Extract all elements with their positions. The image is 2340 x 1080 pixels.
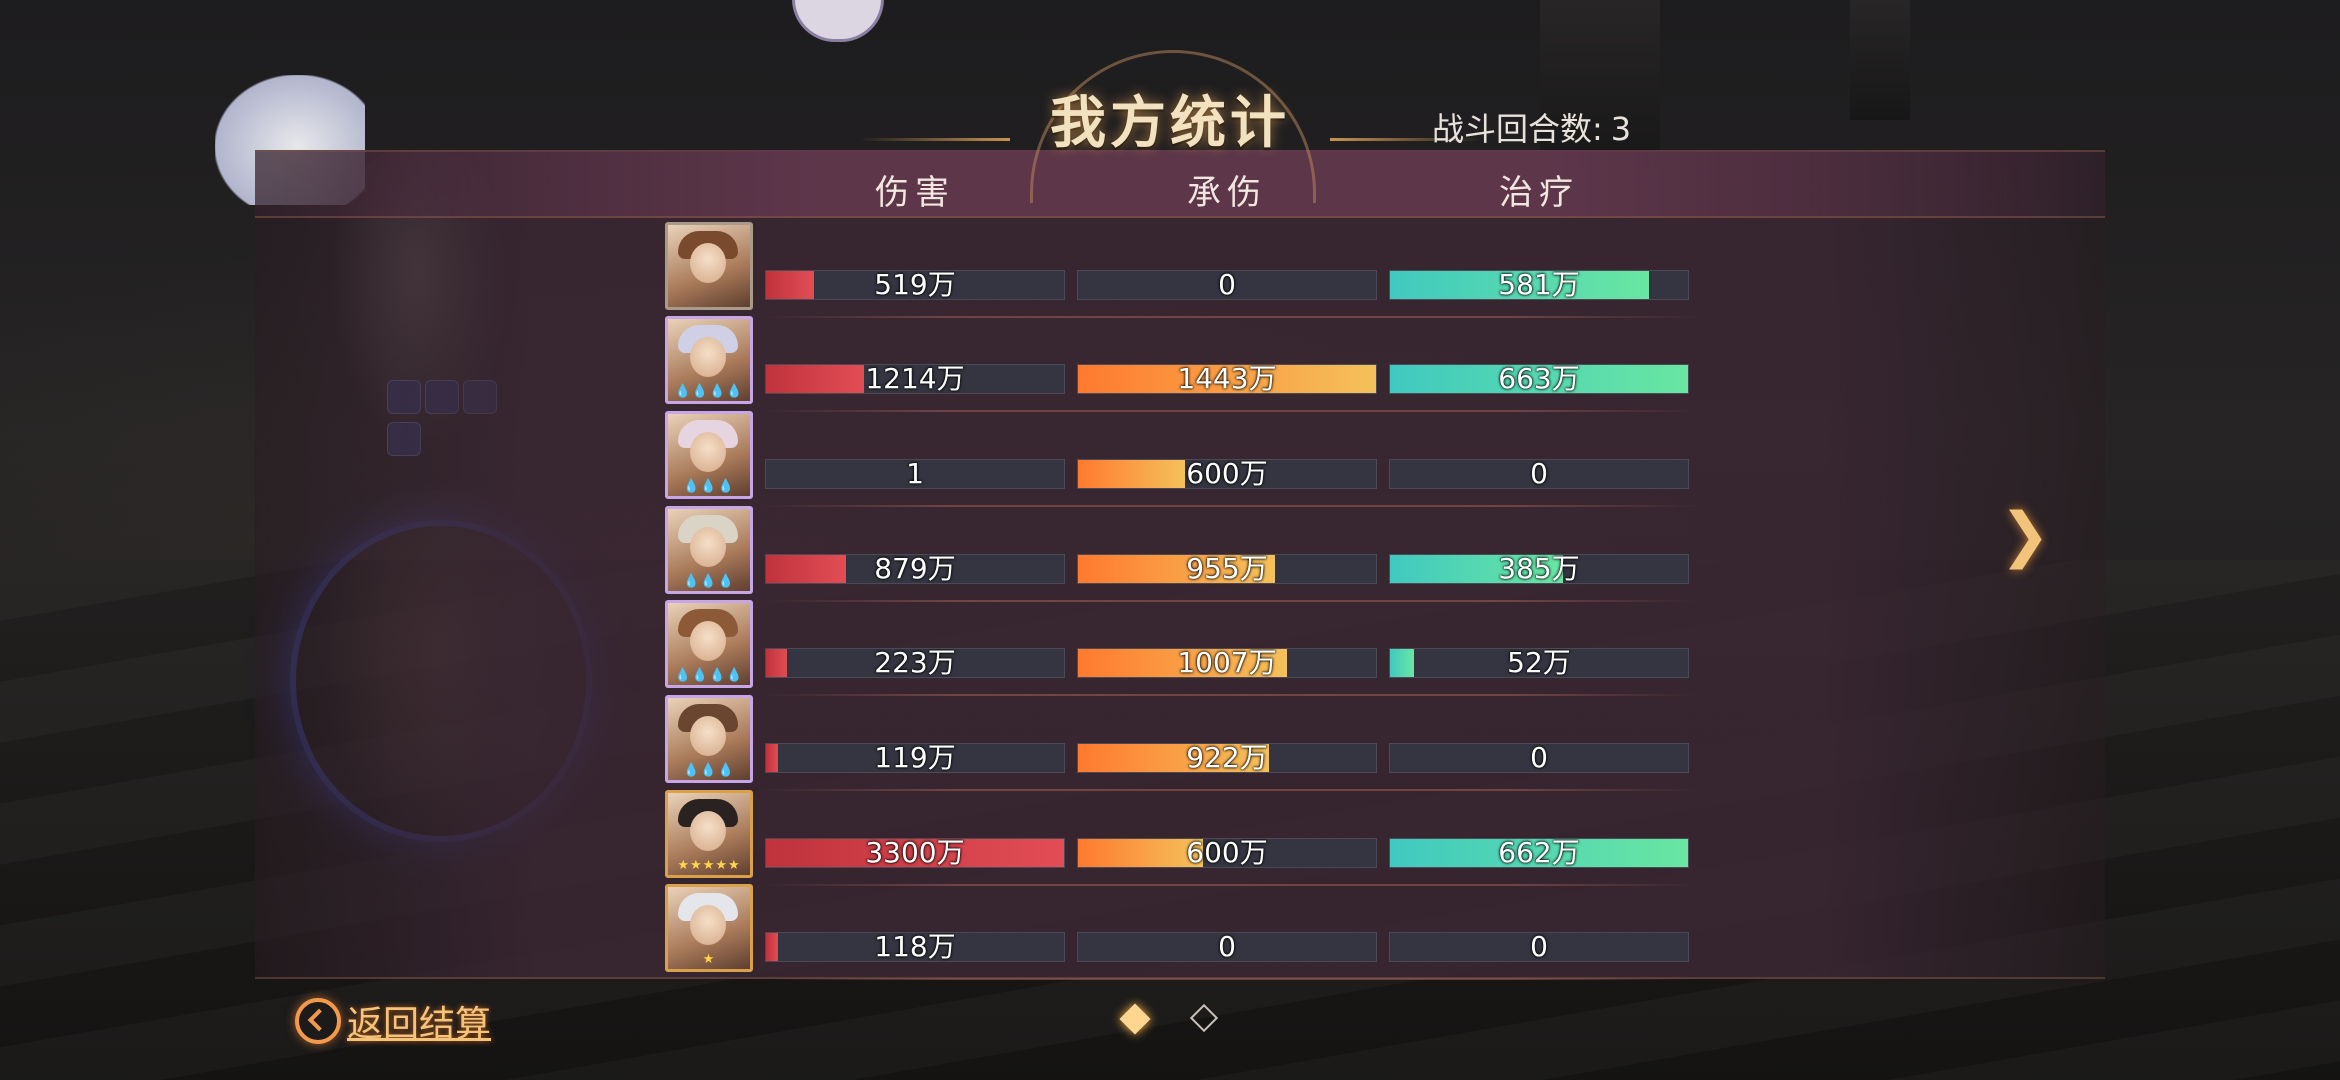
taken-bar: 922万 [1077,743,1377,773]
round-count-value: 3 [1610,110,1632,148]
damage-value: 3300万 [865,838,965,868]
hero-portrait[interactable]: 💧💧💧💧 [665,316,753,404]
hero-face [690,716,726,756]
taken-value: 955万 [1186,554,1268,584]
taken-bar: 955万 [1077,554,1377,584]
damage-value: 1214万 [865,364,965,394]
table-row: 💧💧💧 879万 955万 385万 [660,506,1700,602]
damage-bar: 1214万 [765,364,1065,394]
heal-bar: 663万 [1389,364,1689,394]
top-avatar-icon [792,0,884,42]
table-row: 519万 0 581万 [660,222,1700,318]
heal-bar: 0 [1389,459,1689,489]
return-icon [295,998,341,1044]
damage-bar: 119万 [765,743,1065,773]
table-row: 💧💧💧💧 1214万 1443万 663万 [660,316,1700,412]
hero-face [690,243,726,283]
hero-face [690,432,726,472]
heal-value: 581万 [1498,270,1580,300]
taken-value: 0 [1218,270,1236,300]
hero-portrait[interactable] [665,222,753,310]
column-header-damage: 伤害 [875,173,955,213]
back-to-result-button[interactable]: 返回结算 [295,995,491,1051]
taken-value: 1007万 [1177,648,1277,678]
heal-value: 662万 [1498,838,1580,868]
taken-value: 922万 [1186,743,1268,773]
damage-value: 1 [906,459,924,489]
hero-star-rating: ★★★★★ [677,858,741,873]
taken-bar: 1007万 [1077,648,1377,678]
hero-portrait[interactable]: 💧💧💧 [665,506,753,594]
taken-bar: 600万 [1077,459,1377,489]
hero-portrait[interactable]: ★★★★★ [665,790,753,878]
hero-star-rating: ★ [702,952,716,967]
taken-value: 600万 [1186,838,1268,868]
hero-face [690,621,726,661]
damage-bar: 1 [765,459,1065,489]
background-pillar [1850,0,1910,120]
hero-star-rating: 💧💧💧💧 [674,668,744,683]
damage-bar: 118万 [765,932,1065,962]
damage-bar: 223万 [765,648,1065,678]
taken-value: 600万 [1186,459,1268,489]
damage-value: 519万 [874,270,956,300]
round-count-label: 战斗回合数: [1432,110,1603,148]
column-header-heal: 治疗 [1499,173,1579,213]
damage-bar: 3300万 [765,838,1065,868]
damage-value: 119万 [874,743,956,773]
heal-bar: 0 [1389,932,1689,962]
hero-face [690,337,726,377]
round-count: 战斗回合数: 3 [1432,104,1631,150]
taken-value: 0 [1218,932,1236,962]
taken-bar: 0 [1077,932,1377,962]
hero-star-rating: 💧💧💧💧 [674,384,744,399]
next-page-button[interactable]: ❯ [1990,500,2060,570]
column-header-taken: 承伤 [1187,173,1267,213]
taken-value: 1443万 [1177,364,1277,394]
heal-bar: 0 [1389,743,1689,773]
back-button-label: 返回结算 [347,1004,492,1045]
hero-face [690,527,726,567]
damage-value: 118万 [874,932,956,962]
next-arrow-icon: ❯ [1999,500,2051,570]
table-row: ★ 118万 0 0 [660,884,1700,980]
heal-value: 52万 [1507,648,1571,678]
hero-portrait[interactable]: 💧💧💧 [665,695,753,783]
taken-bar: 1443万 [1077,364,1377,394]
hero-face [690,811,726,851]
row-divider [762,978,1700,980]
hero-face [690,905,726,945]
heal-value: 0 [1530,743,1548,773]
damage-value: 223万 [874,648,956,678]
table-row: 💧💧💧 119万 922万 0 [660,695,1700,791]
page-title: 我方统计 [1050,90,1290,156]
heal-value: 0 [1530,459,1548,489]
hero-star-rating: 💧💧💧 [683,763,735,778]
table-row: ★★★★★ 3300万 600万 662万 [660,790,1700,886]
table-row: 💧💧💧 1 600万 0 [660,411,1700,507]
taken-bar: 600万 [1077,838,1377,868]
heal-bar: 581万 [1389,270,1689,300]
heal-bar: 385万 [1389,554,1689,584]
hero-portrait[interactable]: 💧💧💧 [665,411,753,499]
title-line-left [860,138,1010,141]
hero-portrait[interactable]: ★ [665,884,753,972]
heal-value: 0 [1530,932,1548,962]
heal-value: 385万 [1498,554,1580,584]
hero-star-rating: 💧💧💧 [683,479,735,494]
hero-portrait[interactable]: 💧💧💧💧 [665,600,753,688]
heal-bar: 662万 [1389,838,1689,868]
taken-bar: 0 [1077,270,1377,300]
damage-bar: 519万 [765,270,1065,300]
hero-star-rating: 💧💧💧 [683,574,735,589]
heal-value: 663万 [1498,364,1580,394]
table-row: 💧💧💧💧 223万 1007万 52万 [660,600,1700,696]
title-block: 我方统计 [990,50,1350,203]
damage-bar: 879万 [765,554,1065,584]
heal-bar: 52万 [1389,648,1689,678]
damage-value: 879万 [874,554,956,584]
